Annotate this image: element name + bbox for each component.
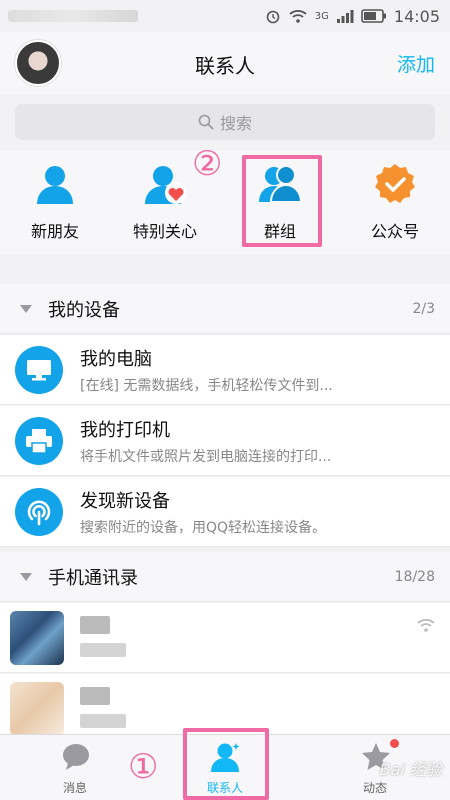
collapse-arrow-icon <box>20 572 32 581</box>
quick-label: 新朋友 <box>30 222 79 241</box>
battery-icon <box>361 9 386 23</box>
tab-label: 联系人 <box>206 781 243 795</box>
section-phone-contacts[interactable]: 手机通讯录 18/28 <box>0 552 450 602</box>
contact-row[interactable] <box>0 603 450 673</box>
message-icon <box>63 744 89 770</box>
search-bar[interactable]: 搜索 <box>15 104 435 140</box>
notification-dot <box>390 739 399 748</box>
tab-contacts[interactable]: 联系人 <box>150 735 300 800</box>
contact-name-blurred <box>80 687 110 705</box>
quick-label: 公众号 <box>370 222 419 241</box>
quick-label: 特别关心 <box>132 222 197 241</box>
status-icons: 3G 14:05 <box>265 6 440 26</box>
device-subtitle: 搜索附近的设备，用QQ轻松连接设备。 <box>80 520 327 536</box>
watermark: Bai 经验 <box>379 760 442 779</box>
clock: 14:05 <box>393 6 440 26</box>
computer-icon <box>15 346 63 394</box>
quick-label: 群组 <box>263 222 296 241</box>
status-bar: 3G 14:05 <box>0 0 450 32</box>
device-title: 我的打印机 <box>80 420 170 441</box>
device-row-computer[interactable]: 我的电脑 [在线] 无需数据线，手机轻松传文件到... <box>0 335 450 405</box>
wifi-online-icon <box>417 619 435 632</box>
special-care-icon <box>145 166 187 204</box>
device-row-discover[interactable]: 发现新设备 搜索附近的设备，用QQ轻松连接设备。 <box>0 477 450 547</box>
section-title: 我的设备 <box>48 299 120 321</box>
page-title: 联系人 <box>195 54 255 78</box>
contact-avatar-blurred <box>10 682 64 736</box>
alarm-icon <box>266 10 280 24</box>
header: 联系人 添加 <box>0 32 450 94</box>
section-my-devices[interactable]: 我的设备 2/3 <box>0 284 450 334</box>
device-subtitle: 将手机文件或照片发到电脑连接的打印... <box>80 449 332 465</box>
device-title: 发现新设备 <box>80 491 170 512</box>
quick-actions: 新朋友 特别关心 群组 公众号 <box>0 150 450 254</box>
annotation-2: ② <box>192 144 223 184</box>
section-title: 手机通讯录 <box>48 567 138 589</box>
radar-icon <box>15 488 63 536</box>
device-title: 我的电脑 <box>80 349 152 370</box>
printer-icon <box>15 417 63 465</box>
tab-label: 动态 <box>362 781 387 795</box>
search-icon <box>198 114 214 130</box>
annotation-1: ① <box>128 747 159 787</box>
group-icon <box>259 165 302 203</box>
quick-groups[interactable]: 群组 <box>225 150 335 250</box>
contact-status-blurred <box>80 714 126 728</box>
collapse-arrow-icon <box>20 304 32 313</box>
search-placeholder: 搜索 <box>219 114 252 133</box>
device-subtitle: [在线] 无需数据线，手机轻松传文件到... <box>80 378 333 394</box>
official-account-icon <box>375 164 415 203</box>
section-count: 18/28 <box>394 568 435 585</box>
contact-avatar-blurred <box>10 611 64 665</box>
contact-status-blurred <box>80 643 126 657</box>
quick-new-friends[interactable]: 新朋友 <box>0 150 110 250</box>
contacts-icon <box>211 743 240 772</box>
section-count: 2/3 <box>412 300 435 317</box>
signal-icon <box>336 10 354 23</box>
new-friend-icon <box>37 166 73 204</box>
status-notifications-blurred <box>8 10 138 22</box>
add-button[interactable]: 添加 <box>397 50 435 77</box>
wifi-icon <box>289 10 307 23</box>
quick-official-accounts[interactable]: 公众号 <box>340 150 450 250</box>
contact-name-blurred <box>80 616 110 634</box>
device-row-printer[interactable]: 我的打印机 将手机文件或照片发到电脑连接的打印... <box>0 406 450 476</box>
network-type: 3G <box>314 10 329 22</box>
